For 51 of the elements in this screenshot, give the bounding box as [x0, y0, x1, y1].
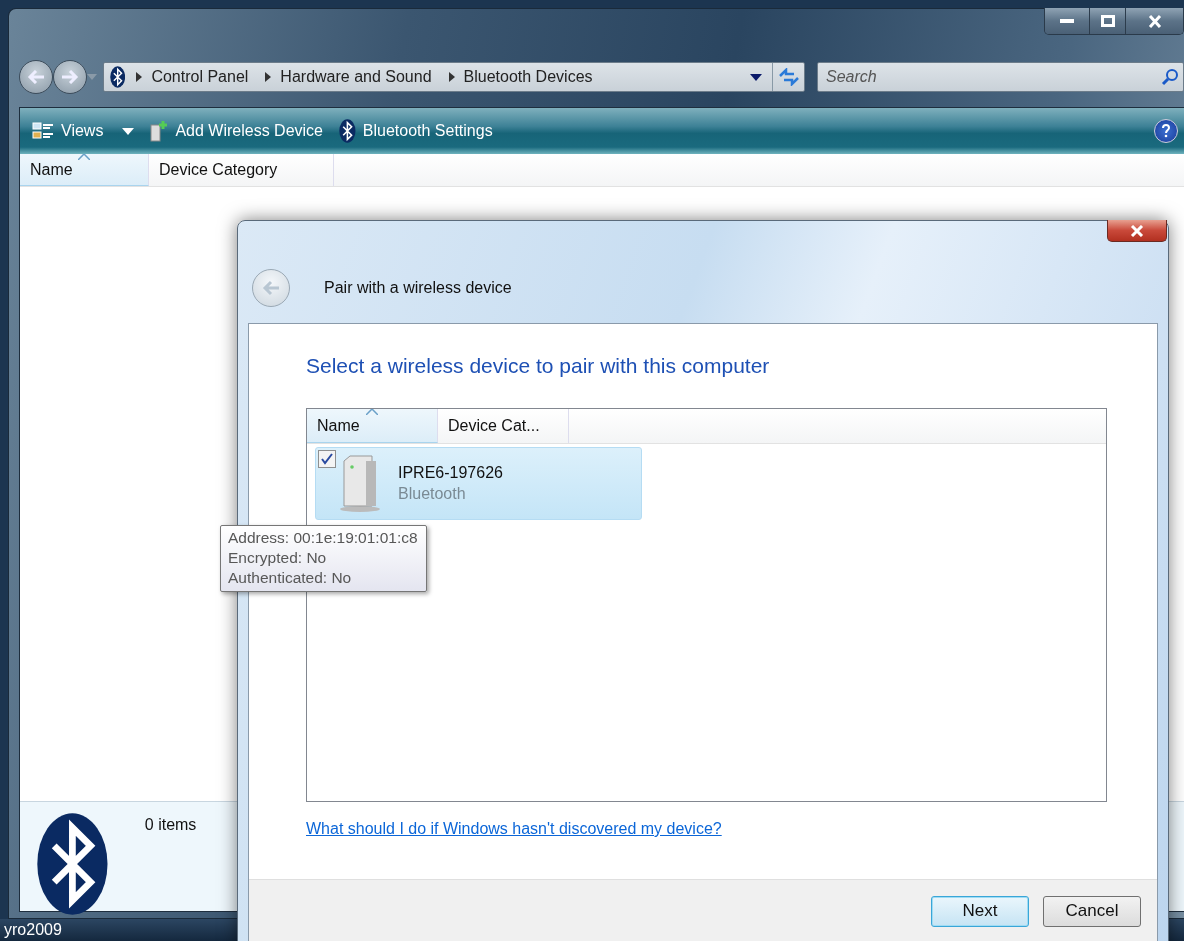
column-header[interactable]: Name [20, 154, 149, 186]
close-icon [1130, 224, 1144, 237]
close-button[interactable] [1125, 8, 1183, 34]
tooltip-line: Encrypted: No [228, 549, 328, 567]
sort-caret-icon [78, 154, 90, 160]
close-button[interactable] [1107, 220, 1167, 242]
search-icon[interactable] [1161, 68, 1179, 86]
toolbar-button[interactable]: Add Wireless Device [144, 114, 329, 148]
back-button[interactable] [19, 60, 53, 94]
maximize-icon [1100, 15, 1115, 27]
back-arrow-icon [261, 280, 281, 296]
help-link[interactable]: What should I do if Windows hasn't discovered my device? [306, 820, 722, 838]
breadcrumb-item[interactable]: Control Panel [145, 68, 255, 86]
tooltip-line: Authenticated: No [228, 569, 353, 587]
sort-caret-icon [366, 409, 378, 415]
cancel-button[interactable]: Cancel [1043, 895, 1141, 927]
back-arrow-icon [27, 70, 45, 84]
dialog-title: Pair with a wireless device [324, 279, 512, 297]
views-icon [32, 121, 54, 141]
check-icon [321, 453, 333, 465]
taskbar-label: yro2009 [3, 921, 62, 939]
bluetooth-icon [339, 119, 356, 143]
item-count: 0 items [144, 816, 197, 835]
device-name: IPRE6-197626 [398, 464, 503, 482]
checkbox[interactable] [318, 450, 336, 468]
close-icon [1147, 14, 1162, 28]
minimize-button[interactable] [1045, 8, 1089, 34]
breadcrumb-item[interactable]: Hardware and Sound [274, 68, 438, 86]
next-button[interactable]: Next [931, 895, 1029, 927]
device-category: Bluetooth [398, 485, 467, 503]
maximize-button[interactable] [1089, 8, 1125, 34]
forward-arrow-icon [61, 70, 79, 84]
forward-button[interactable] [53, 60, 87, 94]
device-item[interactable]: IPRE6-197626 Bluetooth [315, 447, 642, 520]
tooltip-line: Address: 00:1e:19:01:01:c8 [228, 529, 418, 547]
dropdown-caret-icon[interactable] [750, 73, 762, 81]
caret-icon [122, 127, 135, 135]
column-header[interactable]: Name [307, 409, 438, 443]
refresh-arrows-icon [777, 68, 800, 86]
instruction-heading: Select a wireless device to pair with this computer [306, 354, 771, 378]
bluetooth-icon [110, 66, 126, 88]
address-bar[interactable]: Control Panel Hardware and Sound Bluetooth Devices [103, 62, 805, 92]
help-icon[interactable] [1154, 119, 1178, 143]
minimize-icon [1060, 19, 1074, 23]
breadcrumb-item[interactable]: Bluetooth Devices [457, 68, 599, 86]
column-header[interactable]: Device Cat... [438, 409, 569, 443]
toolbar-button[interactable]: Bluetooth Settings [333, 114, 499, 148]
search-field[interactable]: Search [817, 62, 1184, 92]
toolbar-button[interactable]: Views [26, 114, 141, 148]
column-header[interactable]: Device Category [149, 154, 334, 186]
device-add-icon [150, 120, 169, 142]
